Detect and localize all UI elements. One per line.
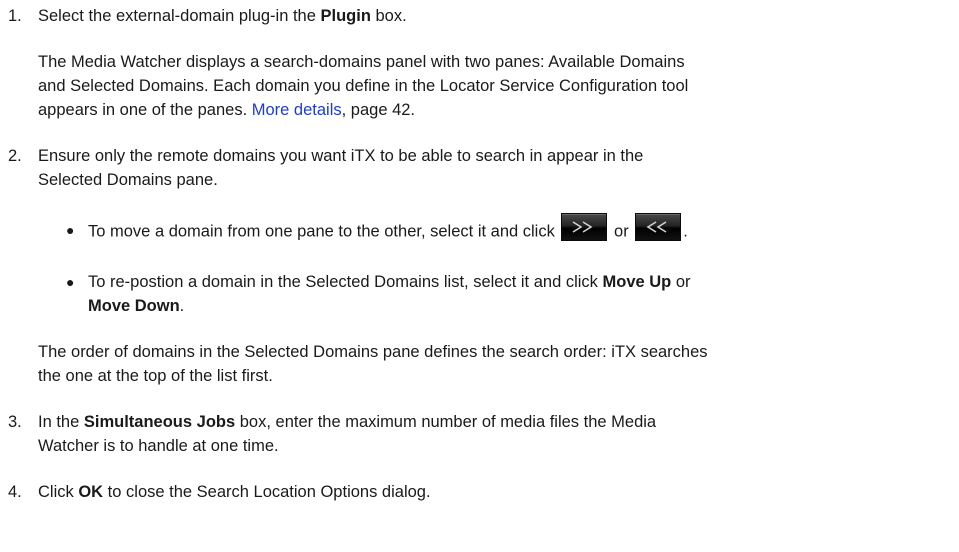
step-note: The order of domains in the Selected Dom…: [38, 343, 708, 361]
step-text: Select the external-domain plug-in the P…: [38, 7, 407, 25]
move-left-button[interactable]: [635, 213, 682, 241]
step-text: In the Simultaneous Jobs box, enter the …: [38, 413, 657, 431]
step-text: Ensure only the remote domains you want …: [38, 147, 644, 165]
bullet-item: To move a domain from one pane to the ot…: [88, 213, 688, 246]
double-chevron-left-icon: [646, 221, 667, 233]
step-detail: appears in one of the panes. More detail…: [38, 101, 416, 119]
step-text: Watcher is to handle at one time.: [38, 437, 279, 455]
bullet-dot: ●: [66, 222, 75, 238]
bullet-item: To re-postion a domain in the Selected D…: [88, 273, 691, 291]
step-number: 2.: [8, 147, 22, 165]
step-detail: The Media Watcher displays a search-doma…: [38, 53, 685, 71]
step-text: Selected Domains pane.: [38, 171, 218, 189]
more-details-link[interactable]: More details: [252, 101, 342, 119]
step-number: 4.: [8, 483, 22, 501]
move-right-button[interactable]: [561, 213, 608, 241]
step-note: the one at the top of the list first.: [38, 367, 273, 385]
step-detail: and Selected Domains. Each domain you de…: [38, 77, 689, 95]
step-text: Click OK to close the Search Location Op…: [38, 483, 431, 501]
step-number: 1.: [8, 7, 22, 25]
bullet-item-continued: Move Down.: [88, 297, 185, 315]
double-chevron-right-icon: [573, 221, 593, 233]
bullet-dot: ●: [66, 274, 75, 290]
step-number: 3.: [8, 413, 22, 431]
